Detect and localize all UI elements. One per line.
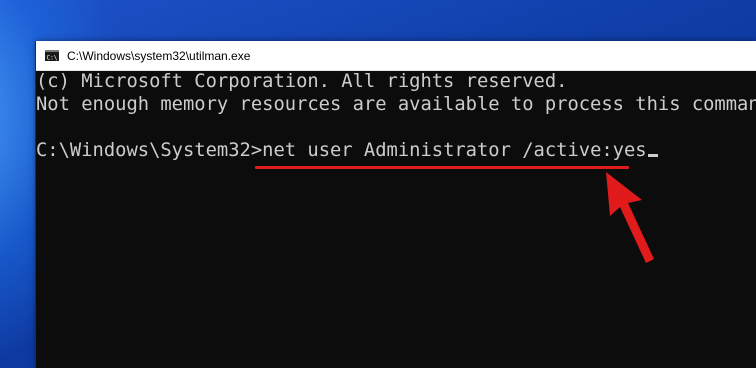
window-title: C:\Windows\system32\utilman.exe (67, 48, 251, 63)
red-arrow-annotation-icon (606, 172, 654, 263)
svg-text:C:\: C:\ (47, 55, 58, 62)
command-highlight-underline (255, 166, 629, 169)
console-line-error: Not enough memory resources are availabl… (36, 94, 756, 115)
console-command-line[interactable]: C:\Windows\System32>net user Administrat… (36, 140, 658, 162)
typed-command: net user Administrator /active:yes (262, 140, 647, 161)
title-bar[interactable]: C:\ C:\Windows\system32\utilman.exe (36, 41, 756, 71)
console-line-copyright: (c) Microsoft Corporation. All rights re… (36, 71, 568, 92)
cmd-icon: C:\ (45, 50, 59, 61)
text-cursor (647, 154, 658, 157)
console-prompt: C:\Windows\System32> (36, 140, 263, 161)
